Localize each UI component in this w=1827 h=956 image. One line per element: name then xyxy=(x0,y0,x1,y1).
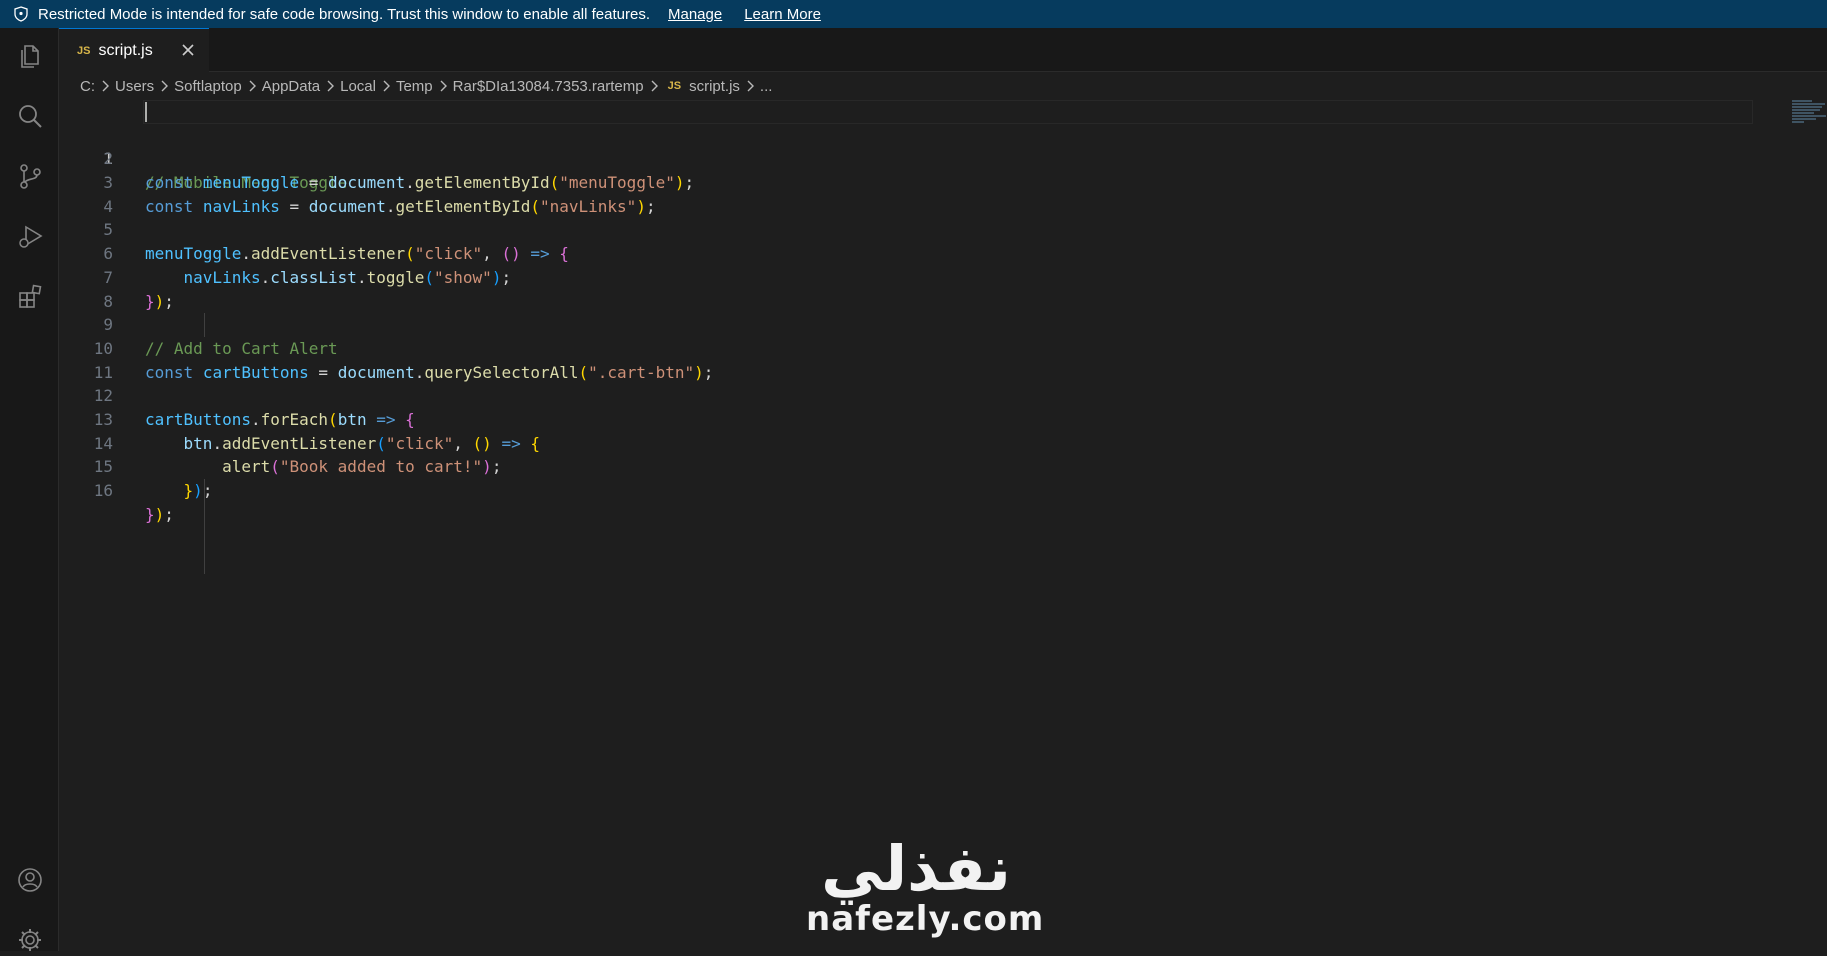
code-line[interactable]: 3 const navLinks = document.getElementBy… xyxy=(59,147,1779,216)
learn-more-link[interactable]: Learn More xyxy=(744,6,821,23)
js-file-icon: JS xyxy=(77,44,91,57)
breadcrumb-item[interactable]: Rar$DIa13084.7353.rartemp xyxy=(453,78,644,95)
close-icon[interactable] xyxy=(177,39,199,61)
breadcrumb-item[interactable]: Temp xyxy=(396,78,433,95)
chevron-right-icon xyxy=(382,80,390,92)
chevron-right-icon xyxy=(326,80,335,92)
code-line[interactable]: 9 // Add to Cart Alert xyxy=(59,290,1779,358)
code-line[interactable]: 6 navLinks.classList.toggle("show"); xyxy=(59,218,1779,287)
chevron-right-icon xyxy=(160,80,169,92)
code-editor[interactable]: 1 // Mobile Menu Toggle 2 const menuTogg… xyxy=(59,100,1779,574)
code-line[interactable]: 11 xyxy=(59,337,1779,382)
source-control-icon[interactable] xyxy=(14,160,46,192)
current-line-highlight xyxy=(143,100,1753,124)
tab-script-js[interactable]: JS script.js xyxy=(59,28,209,72)
code-line[interactable]: 16 }); xyxy=(59,455,1779,524)
code-line[interactable]: 15 }); xyxy=(59,432,1779,500)
chevron-right-icon xyxy=(439,80,447,92)
minimap[interactable] xyxy=(1792,100,1827,136)
code-line[interactable]: 8 xyxy=(59,266,1779,311)
chevron-right-icon xyxy=(746,80,754,92)
watermark-url: nafezly.com xyxy=(806,899,1045,939)
code-line[interactable]: 5 menuToggle.addEventListener("click", (… xyxy=(59,195,1779,263)
search-icon[interactable] xyxy=(14,100,46,132)
code-line[interactable]: 7 }); xyxy=(59,242,1779,311)
banner-message: Restricted Mode is intended for safe cod… xyxy=(38,5,650,23)
files-icon[interactable] xyxy=(14,40,46,72)
js-file-icon: JS xyxy=(667,80,682,92)
tab-bar: JS script.js xyxy=(59,28,1827,72)
breadcrumb-file[interactable]: script.js xyxy=(689,78,740,95)
breadcrumb-item[interactable]: Users xyxy=(115,78,154,95)
code-line[interactable]: 13 btn.addEventListener("click", () => { xyxy=(59,384,1779,453)
breadcrumb: C: Users Softlaptop AppData Local Temp R… xyxy=(80,74,772,98)
watermark-arabic: نفذلي xyxy=(821,832,1011,905)
extensions-icon[interactable] xyxy=(14,280,46,312)
code-line[interactable]: 2 const menuToggle = document.getElement… xyxy=(59,124,1779,192)
gear-icon[interactable] xyxy=(14,924,46,956)
chevron-right-icon xyxy=(650,80,658,92)
breadcrumb-item[interactable]: Local xyxy=(340,78,376,95)
code-line[interactable]: 10 const cartButtons = document.querySel… xyxy=(59,313,1779,382)
chevron-right-icon xyxy=(101,80,109,92)
tab-label: script.js xyxy=(98,41,153,59)
activity-bar xyxy=(0,28,59,951)
restricted-mode-banner: Restricted Mode is intended for safe cod… xyxy=(0,0,1827,28)
line-number: 16 xyxy=(93,481,113,501)
breadcrumb-item[interactable]: C: xyxy=(80,78,95,95)
breadcrumb-more[interactable]: ... xyxy=(760,78,773,95)
breadcrumb-item[interactable]: AppData xyxy=(262,78,320,95)
text-cursor xyxy=(145,102,147,122)
shield-icon xyxy=(13,6,29,22)
code-line[interactable]: 14 alert("Book added to cart!"); xyxy=(59,408,1779,477)
account-icon[interactable] xyxy=(14,864,46,896)
code-line[interactable]: 4 xyxy=(59,171,1779,216)
chevron-right-icon xyxy=(248,80,256,92)
code-line[interactable]: 12 cartButtons.forEach(btn => { xyxy=(59,361,1779,429)
manage-link[interactable]: Manage xyxy=(668,6,722,23)
breadcrumb-item[interactable]: Softlaptop xyxy=(174,78,242,95)
run-debug-icon[interactable] xyxy=(14,220,46,252)
code-line[interactable]: 1 // Mobile Menu Toggle xyxy=(59,100,1779,192)
watermark-logo: نفذلي nafezly.com xyxy=(806,832,1045,939)
